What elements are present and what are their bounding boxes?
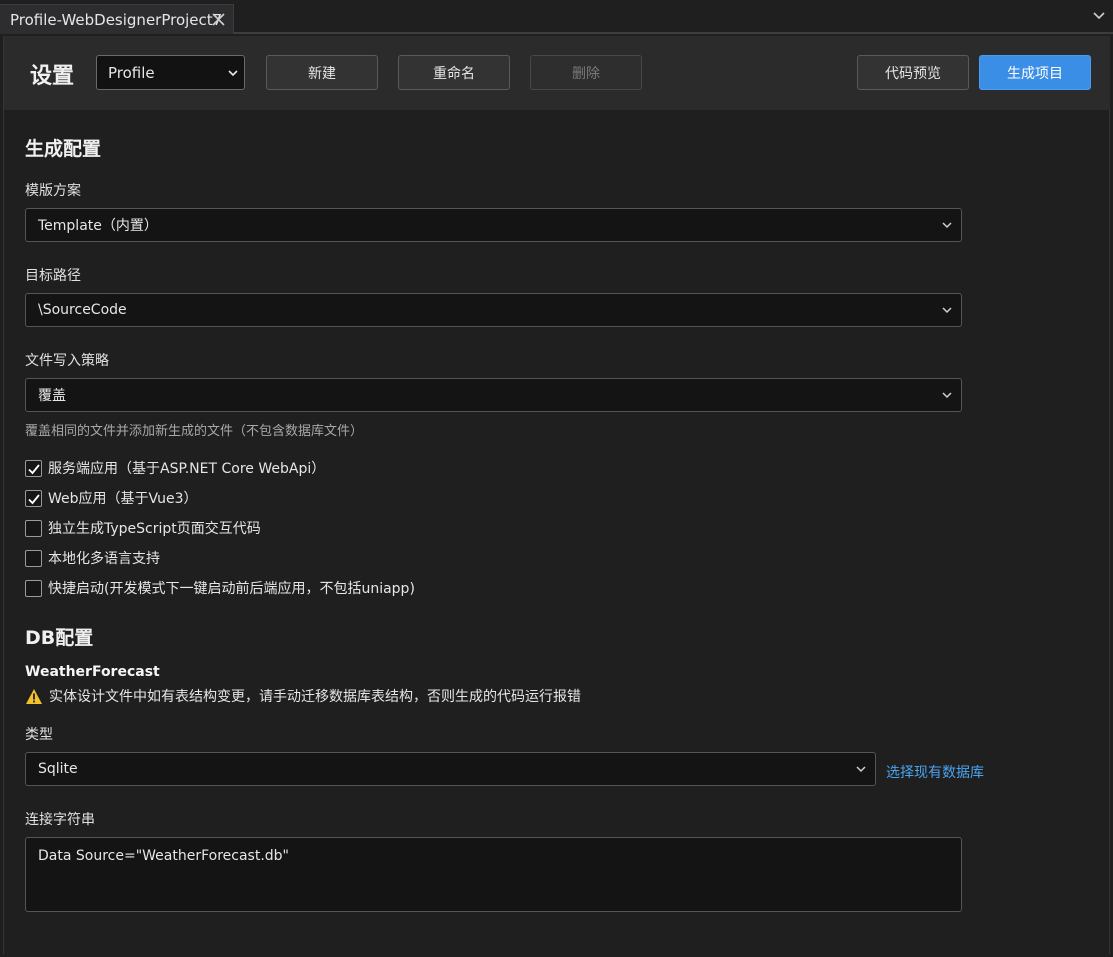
- checkbox-server-app[interactable]: [25, 459, 42, 477]
- conn-string-input[interactable]: Data Source="WeatherForecast.db": [25, 837, 962, 912]
- checkbox-i18n[interactable]: [25, 549, 42, 567]
- warning-text: 实体设计文件中如有表结构变更，请手动迁移数据库表结构，否则生成的代码运行报错: [49, 689, 581, 705]
- checkbox-quick-start[interactable]: [25, 579, 42, 597]
- option-i18n[interactable]: 本地化多语言支持: [25, 548, 160, 568]
- document-tab[interactable]: Profile-WebDesignerProject7: [0, 4, 234, 34]
- checkbox-typescript[interactable]: [25, 519, 42, 537]
- db-config-title: DB配置: [25, 627, 94, 649]
- settings-panel: 设置 Profile 新建 重命名 删除 代码预览 生成项目 生成配置 模版方案…: [3, 36, 1110, 954]
- template-select[interactable]: Template（内置）: [25, 208, 962, 242]
- option-web-app[interactable]: Web应用（基于Vue3）: [25, 488, 198, 508]
- new-button[interactable]: 新建: [266, 55, 378, 90]
- option-label: 独立生成TypeScript页面交互代码: [48, 521, 261, 537]
- toolbar: 设置 Profile 新建 重命名 删除 代码预览 生成项目: [4, 36, 1110, 110]
- delete-button[interactable]: 删除: [530, 55, 642, 90]
- page-title: 设置: [30, 64, 75, 89]
- rename-button[interactable]: 重命名: [398, 55, 510, 90]
- write-policy-value: 覆盖: [38, 388, 66, 404]
- write-policy-select[interactable]: 覆盖: [25, 378, 962, 412]
- option-quick-start[interactable]: 快捷启动(开发模式下一键启动前后端应用，不包括uniapp): [25, 578, 415, 598]
- close-icon[interactable]: [210, 11, 227, 28]
- profile-select[interactable]: Profile: [96, 55, 245, 90]
- template-select-value: Template（内置）: [38, 218, 158, 234]
- chevron-down-icon: [942, 222, 952, 229]
- checkbox-web-app[interactable]: [25, 489, 42, 507]
- target-path-label: 目标路径: [25, 268, 81, 284]
- option-label: 服务端应用（基于ASP.NET Core WebApi）: [48, 461, 326, 477]
- tab-title: Profile-WebDesignerProject7: [10, 10, 223, 29]
- write-policy-label: 文件写入策略: [25, 353, 109, 369]
- target-path-value: \SourceCode: [38, 302, 127, 318]
- checkmark-icon: [28, 463, 40, 474]
- write-policy-hint: 覆盖相同的文件并添加新生成的文件（不包含数据库文件）: [25, 424, 364, 439]
- option-typescript[interactable]: 独立生成TypeScript页面交互代码: [25, 518, 261, 538]
- option-label: 本地化多语言支持: [48, 551, 160, 567]
- profile-select-value: Profile: [108, 63, 155, 82]
- option-label: 快捷启动(开发模式下一键启动前后端应用，不包括uniapp): [48, 581, 415, 597]
- select-existing-db-link[interactable]: 选择现有数据库: [886, 762, 984, 782]
- migration-warning: 实体设计文件中如有表结构变更，请手动迁移数据库表结构，否则生成的代码运行报错: [25, 686, 581, 706]
- chevron-down-icon[interactable]: [1093, 11, 1105, 21]
- checkmark-icon: [28, 493, 40, 504]
- code-preview-button[interactable]: 代码预览: [857, 55, 969, 90]
- chevron-down-icon: [942, 307, 952, 314]
- generate-project-button[interactable]: 生成项目: [979, 55, 1091, 90]
- option-server-app[interactable]: 服务端应用（基于ASP.NET Core WebApi）: [25, 458, 325, 478]
- gen-config-title: 生成配置: [25, 138, 102, 160]
- db-type-value: Sqlite: [38, 761, 78, 777]
- target-path-select[interactable]: \SourceCode: [25, 293, 962, 327]
- entity-name: WeatherForecast: [25, 664, 160, 680]
- warning-icon: [26, 688, 42, 704]
- db-type-select[interactable]: Sqlite: [25, 752, 876, 786]
- chevron-down-icon: [856, 766, 866, 773]
- chevron-down-icon: [228, 70, 238, 77]
- document-tab-bar: Profile-WebDesignerProject7: [0, 0, 1113, 34]
- option-label: Web应用（基于Vue3）: [48, 491, 198, 507]
- template-label: 模版方案: [25, 183, 81, 199]
- chevron-down-icon: [942, 392, 952, 399]
- conn-string-label: 连接字符串: [25, 812, 95, 828]
- db-type-label: 类型: [25, 727, 53, 743]
